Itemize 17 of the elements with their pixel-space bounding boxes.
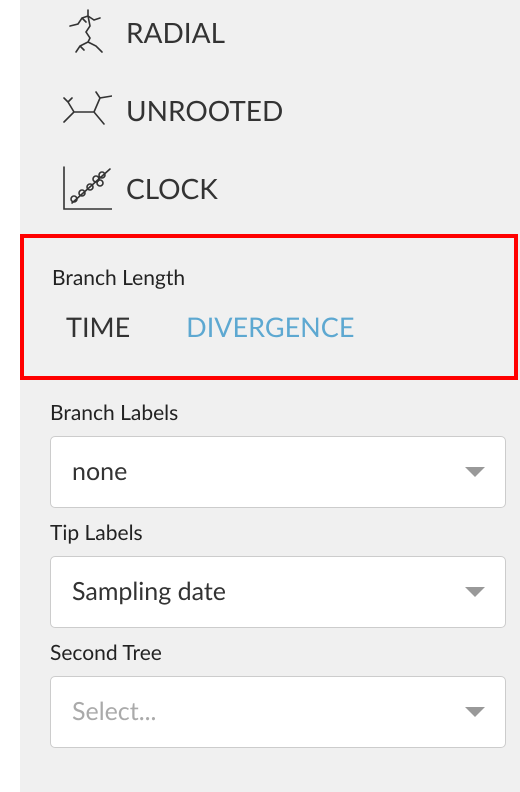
select-placeholder: Select...	[72, 695, 156, 728]
caret-icon	[465, 587, 485, 597]
select-value: none	[72, 455, 128, 488]
dropdown-select[interactable]: none	[50, 436, 506, 508]
dropdown-select[interactable]: Sampling date	[50, 556, 506, 628]
select-value: Sampling date	[72, 575, 226, 608]
field-label: Tip Labels	[50, 519, 144, 547]
scatter-plot-icon	[60, 165, 112, 211]
layout-button[interactable]: UNROOTED	[60, 84, 520, 136]
field-label: Second Tree	[50, 639, 163, 667]
section-label: Branch Length	[52, 264, 186, 292]
toggle-option[interactable]: TIME	[66, 310, 130, 344]
caret-icon	[465, 467, 485, 477]
layout-button[interactable]: RADIAL	[60, 6, 520, 58]
layout-button[interactable]: CLOCK	[60, 162, 520, 214]
caret-icon	[465, 707, 485, 717]
field-label: Branch Labels	[50, 399, 180, 427]
